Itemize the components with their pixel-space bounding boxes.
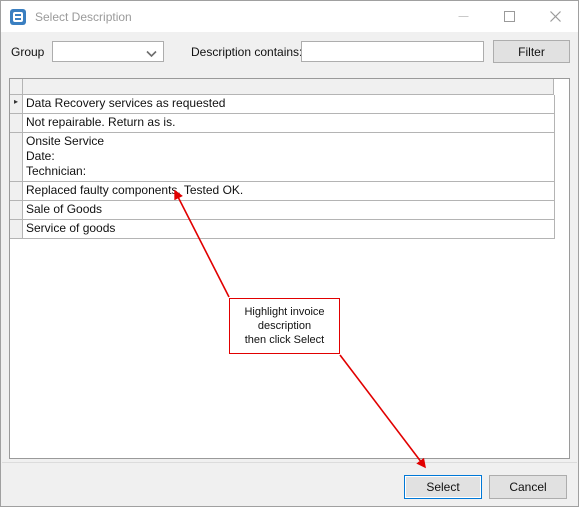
select-button-label: Select — [405, 476, 481, 498]
cancel-button[interactable]: Cancel — [489, 475, 567, 499]
row-description-cell[interactable]: Onsite Service Date: Technician: — [23, 133, 555, 181]
row-selector[interactable] — [10, 182, 23, 200]
maximize-button[interactable] — [486, 1, 532, 32]
minimize-icon — [458, 16, 468, 17]
row-description-cell[interactable]: Data Recovery services as requested — [23, 95, 555, 113]
row-selector[interactable] — [10, 220, 23, 238]
grid-header-row — [10, 79, 569, 95]
filter-button[interactable]: Filter — [493, 40, 570, 63]
window-title: Select Description — [35, 9, 132, 24]
maximize-icon — [503, 11, 515, 22]
app-window-icon — [10, 8, 26, 25]
grid-header-corner — [10, 79, 23, 95]
select-description-window: Select Description Group Description con… — [0, 0, 579, 507]
close-icon — [549, 11, 561, 22]
description-contains-input[interactable] — [301, 41, 484, 62]
close-button[interactable] — [532, 1, 578, 32]
table-row[interactable]: ▸ Data Recovery services as requested — [10, 95, 555, 114]
table-row[interactable]: Replaced faulty components. Tested OK. — [10, 182, 555, 201]
row-description-cell[interactable]: Not repairable. Return as is. — [23, 114, 555, 132]
current-row-marker-icon: ▸ — [13, 97, 18, 106]
grid-header-filler — [554, 79, 569, 95]
row-description-cell[interactable]: Replaced faulty components. Tested OK. — [23, 182, 555, 200]
row-description-cell[interactable]: Service of goods — [23, 220, 555, 238]
row-selector[interactable] — [10, 133, 23, 181]
title-bar: Select Description — [1, 1, 578, 32]
group-dropdown[interactable] — [52, 41, 164, 62]
row-selector[interactable]: ▸ — [10, 95, 23, 113]
group-label: Group — [11, 45, 45, 59]
table-row[interactable]: Sale of Goods — [10, 201, 555, 220]
select-button[interactable]: Select — [404, 475, 482, 499]
table-row[interactable]: Service of goods — [10, 220, 555, 239]
row-selector[interactable] — [10, 201, 23, 219]
grid-header-description-column[interactable] — [23, 79, 554, 95]
minimize-button[interactable] — [440, 1, 486, 32]
row-description-cell[interactable]: Sale of Goods — [23, 201, 555, 219]
chevron-down-icon — [146, 47, 157, 61]
grid-rows: ▸ Data Recovery services as requested No… — [10, 95, 569, 239]
table-row[interactable]: Not repairable. Return as is. — [10, 114, 555, 133]
table-row[interactable]: Onsite Service Date: Technician: — [10, 133, 555, 182]
row-selector[interactable] — [10, 114, 23, 132]
description-contains-label: Description contains: — [191, 45, 303, 59]
description-grid-panel[interactable]: ▸ Data Recovery services as requested No… — [9, 78, 570, 459]
window-controls — [440, 1, 578, 32]
